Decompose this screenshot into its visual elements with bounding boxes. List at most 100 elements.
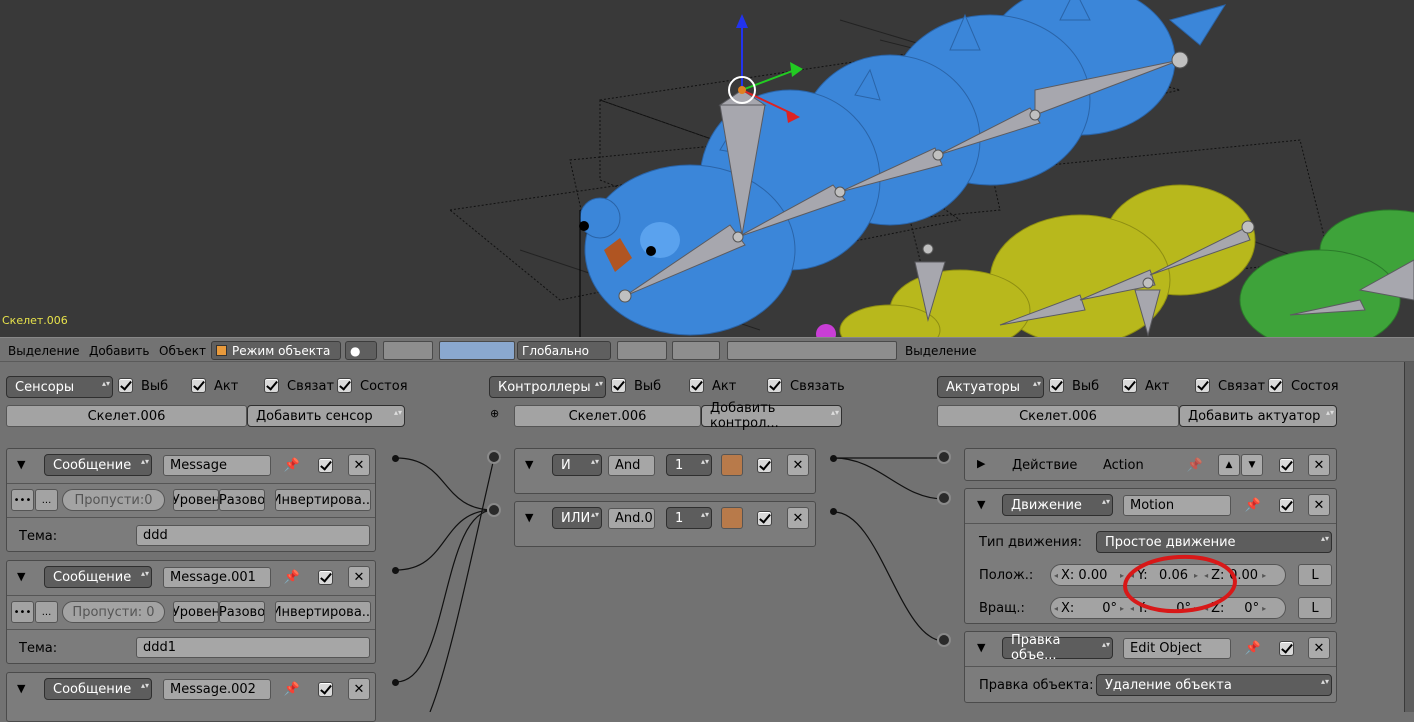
subject-field[interactable]: ddd (136, 525, 370, 546)
loc-local-toggle[interactable]: L (1298, 564, 1332, 586)
3d-viewport[interactable]: Скелет.006 (0, 0, 1414, 337)
sensor-output-socket[interactable] (392, 455, 399, 462)
controller-state-select[interactable]: 1 (666, 507, 712, 529)
level-button[interactable]: Уровен (173, 601, 219, 623)
actuators-object-name[interactable]: Скелет.006 (937, 405, 1179, 427)
close-icon[interactable]: ✕ (1308, 454, 1330, 476)
close-icon[interactable]: ✕ (1308, 494, 1330, 516)
actuator-active-checkbox[interactable] (1279, 458, 1294, 473)
edit-object-select[interactable]: Удаление объекта (1096, 674, 1332, 696)
sensors-object-name[interactable]: Скелет.006 (6, 405, 247, 427)
sensor-active-checkbox[interactable] (318, 458, 333, 473)
skip-field[interactable]: Пропусти: 0 (62, 601, 165, 623)
pin-icon[interactable]: 📌 (1242, 494, 1264, 516)
collapse-triangle-icon[interactable]: ▼ (17, 458, 25, 471)
pin-icon[interactable]: 📌 (281, 566, 303, 588)
actuator-type-select[interactable]: Движение (1002, 494, 1113, 516)
actuator-input-socket[interactable] (937, 491, 951, 505)
sensor-name-field[interactable]: Message.002 (163, 679, 271, 700)
controller-input-socket[interactable] (487, 503, 501, 517)
controller-output-socket[interactable] (830, 455, 837, 462)
bookmark-icon[interactable] (721, 454, 743, 476)
sensor-name-field[interactable]: Message.001 (163, 567, 271, 588)
add-actuator-select[interactable]: Добавить актуатор (1179, 405, 1337, 427)
actuator-active-checkbox[interactable] (1279, 498, 1294, 513)
expand-triangle-icon[interactable]: ▶ (977, 457, 985, 470)
subject-field[interactable]: ddd1 (136, 637, 370, 658)
actuator-input-socket[interactable] (937, 633, 951, 647)
controllers-act-checkbox[interactable] (689, 378, 704, 393)
menu-select[interactable]: Выделение (8, 344, 79, 358)
close-icon[interactable]: ✕ (348, 454, 370, 476)
pin-icon[interactable]: 📌 (281, 454, 303, 476)
controller-state-select[interactable]: 1 (666, 454, 712, 476)
actuator-name-field[interactable]: Motion (1123, 495, 1231, 516)
controller-type-select[interactable]: ИЛИ (552, 507, 602, 529)
controllers-object-name[interactable]: Скелет.006 (514, 405, 701, 427)
actuators-state-checkbox[interactable] (1268, 378, 1283, 393)
close-icon[interactable]: ✕ (348, 566, 370, 588)
tap-button[interactable]: Разово (219, 489, 265, 511)
motion-type-select[interactable]: Простое движение (1096, 531, 1332, 553)
add-controller-select[interactable]: Добавить контрол... (701, 401, 842, 431)
controller-type-select[interactable]: И (552, 454, 602, 476)
close-icon[interactable]: ✕ (348, 678, 370, 700)
bookmark-icon[interactable] (721, 507, 743, 529)
menu-add[interactable]: Добавить (89, 344, 149, 358)
sensors-type-select[interactable]: Сенсоры (6, 376, 113, 398)
sensor-type-select[interactable]: Сообщение (44, 454, 152, 476)
close-icon[interactable]: ✕ (787, 507, 809, 529)
collapse-triangle-icon[interactable]: ▼ (525, 458, 533, 471)
tap-button[interactable]: Разово (219, 601, 265, 623)
controller-active-checkbox[interactable] (757, 458, 772, 473)
collapse-triangle-icon[interactable]: ▼ (17, 682, 25, 695)
move-up-icon[interactable]: ▲ (1218, 454, 1240, 476)
collapse-triangle-icon[interactable]: ▼ (525, 511, 533, 524)
mode-select[interactable]: Режим объекта (211, 341, 341, 360)
orientation-select[interactable]: Глобально (517, 341, 611, 360)
rot-x-field[interactable]: 0° (1091, 601, 1117, 616)
actuators-link-checkbox[interactable] (1195, 378, 1210, 393)
sensors-link-checkbox[interactable] (264, 378, 279, 393)
sensors-act-checkbox[interactable] (191, 378, 206, 393)
invert-button[interactable]: Инвертирова... (275, 601, 371, 623)
actuator-input-socket[interactable] (937, 450, 951, 464)
pivot-select[interactable] (383, 341, 433, 360)
invert-button[interactable]: Инвертирова... (275, 489, 371, 511)
manipulator-buttons[interactable] (439, 341, 515, 360)
controllers-type-select[interactable]: Контроллеры (489, 376, 606, 398)
actuators-type-select[interactable]: Актуаторы (937, 376, 1044, 398)
loc-x-field[interactable]: X: 0.00 (1061, 568, 1117, 583)
level-button[interactable]: Уровен (173, 489, 219, 511)
controllers-link-checkbox[interactable] (767, 378, 782, 393)
add-sensor-select[interactable]: Добавить сенсор (247, 405, 405, 427)
sensor-output-socket[interactable] (392, 567, 399, 574)
controller-output-socket[interactable] (830, 508, 837, 515)
skip-field[interactable]: Пропусти:0 (62, 489, 165, 511)
collapse-triangle-icon[interactable]: ▼ (977, 641, 985, 654)
sensor-output-socket[interactable] (392, 679, 399, 686)
actuator-type-select[interactable]: Правка объе... (1002, 633, 1113, 663)
rot-local-toggle[interactable]: L (1298, 597, 1332, 619)
sensor-active-checkbox[interactable] (318, 570, 333, 585)
move-down-icon[interactable]: ▼ (1241, 454, 1263, 476)
actuators-sel-checkbox[interactable] (1049, 378, 1064, 393)
collapse-triangle-icon[interactable]: ▼ (17, 570, 25, 583)
controllers-sel-checkbox[interactable] (611, 378, 626, 393)
menu-object[interactable]: Объект (159, 344, 206, 358)
sensors-state-checkbox[interactable] (337, 378, 352, 393)
pulse-true-button[interactable]: ••• (11, 601, 34, 623)
pin-icon[interactable]: 📌 (1242, 637, 1264, 659)
pin-icon[interactable]: 📌 (281, 678, 303, 700)
snap-render-buttons[interactable] (727, 341, 897, 360)
actuator-name-field[interactable]: Edit Object (1123, 638, 1231, 659)
controller-name-field[interactable]: And.0 (608, 508, 655, 529)
shading-select[interactable]: ● (345, 341, 377, 360)
add-state-icon[interactable]: ⊕ (490, 407, 499, 420)
pulse-true-button[interactable]: ••• (11, 489, 34, 511)
actuators-act-checkbox[interactable] (1122, 378, 1137, 393)
sensor-type-select[interactable]: Сообщение (44, 566, 152, 588)
pulse-false-button[interactable]: ... (35, 601, 58, 623)
actuator-active-checkbox[interactable] (1279, 641, 1294, 656)
rot-z-field[interactable]: 0° (1237, 601, 1259, 616)
